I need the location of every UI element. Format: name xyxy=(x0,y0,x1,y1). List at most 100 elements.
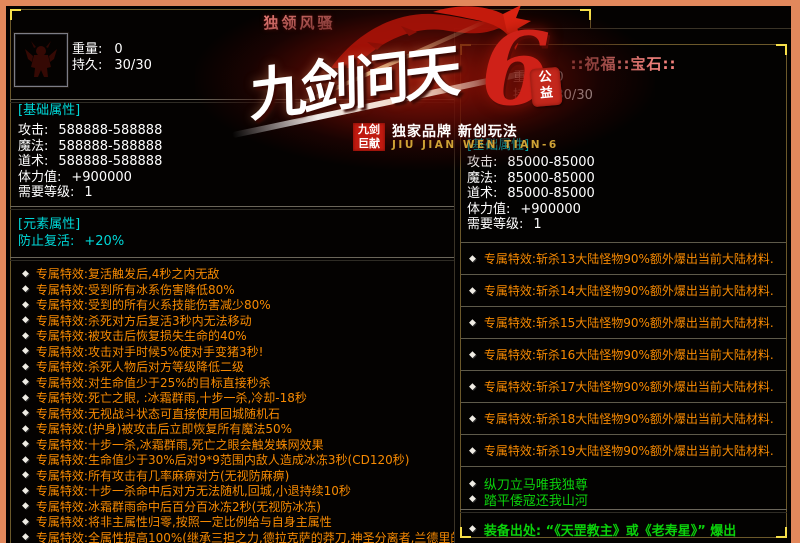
kill-effect-text: 专属特效:斩杀19大陆怪物90%额外爆出当前大陆材料. xyxy=(484,442,774,459)
kill-effect-row: ◆ 专属特效:斩杀16大陆怪物90%额外爆出当前大陆材料. xyxy=(461,339,786,371)
element-attributes-header: [元素属性] xyxy=(18,217,80,233)
stat-row: 攻击: 588888-588888 xyxy=(18,123,162,139)
durability-value: 30/30 xyxy=(555,88,592,104)
stat-row: 需要等级: 1 xyxy=(467,217,595,233)
base-stats-list: 攻击: 85000-85000 魔法: 85000-85000 道术: 8500… xyxy=(467,155,595,233)
special-effect-text: 专属特效:全属性提高100%(继承三担之力,德拉克萨的莽刀,神圣分离者,兰德里的 xyxy=(36,530,462,543)
special-effect-text: 专属特效:生命值少于30%后对9*9范围内敌人造成冰冻3秒(CD120秒) xyxy=(36,452,410,468)
frame-edge-top xyxy=(0,0,800,6)
stat-value: 85000-85000 xyxy=(507,155,594,171)
demon-item-icon xyxy=(14,33,68,87)
special-effect-text: 专属特效:受到所有冰系伤害降低80% xyxy=(36,282,235,298)
motto-lines: ◆ 纵刀立马唯我独尊 ◆ 踏平倭寇还我山河 xyxy=(461,476,786,507)
stat-label: 体力值: xyxy=(467,202,510,218)
kill-effect-row: ◆ 专属特效:斩杀15大陆怪物90%额外爆出当前大陆材料. xyxy=(461,307,786,339)
stat-value: 85000-85000 xyxy=(507,186,594,202)
special-effect-text: 专属特效:复活触发后,4秒之内无敌 xyxy=(36,266,220,282)
kill-effect-row: ◆ 专属特效:斩杀18大陆怪物90%额外爆出当前大陆材料. xyxy=(461,403,786,435)
motto-row: ◆ 踏平倭寇还我山河 xyxy=(461,492,786,508)
special-effect-text: 专属特效:无视战斗状态可直接使用回城随机石 xyxy=(36,406,280,422)
diamond-bullet-icon: ◆ xyxy=(469,382,476,392)
stat-value: 1 xyxy=(84,185,92,201)
diamond-bullet-icon: ◆ xyxy=(469,524,476,534)
diamond-bullet-icon: ◆ xyxy=(22,393,29,403)
diamond-bullet-icon: ◆ xyxy=(22,470,29,480)
kill-effect-text: 专属特效:斩杀17大陆怪物90%额外爆出当前大陆材料. xyxy=(484,378,774,395)
diamond-bullet-icon: ◆ xyxy=(22,408,29,418)
kill-effect-text: 专属特效:斩杀14大陆怪物90%额外爆出当前大陆材料. xyxy=(484,282,774,299)
special-effect-text: 专属特效:杀死人物后对方等级降低二级 xyxy=(36,359,244,375)
stat-row: 魔法: 588888-588888 xyxy=(18,139,162,155)
weight-label: 重量: xyxy=(513,70,543,86)
diamond-bullet-icon: ◆ xyxy=(469,479,476,489)
weight-value: 0 xyxy=(555,70,563,86)
stat-label: 需要等级: xyxy=(467,217,523,233)
diamond-bullet-icon: ◆ xyxy=(22,315,29,325)
stat-row: 道术: 85000-85000 xyxy=(467,186,595,202)
stat-label: 需要等级: xyxy=(18,185,74,201)
special-effect-text: 专属特效:(护身)被攻击后立即恢复所有魔法50% xyxy=(36,421,292,437)
special-effect-text: 专属特效:杀死对方后复活3秒内无法移动 xyxy=(36,313,252,329)
stat-label: 攻击: xyxy=(467,155,497,171)
special-effect-text: 专属特效:死亡之眼, :冰霜群雨,十步一杀,冷却-18秒 xyxy=(36,390,307,406)
special-effect-text: 专属特效:将非主属性归零,按照一定比例给与自身主属性 xyxy=(36,514,332,530)
stat-row: 体力值: +900000 xyxy=(467,202,595,218)
special-effect-text: 专属特效:对生命值少于25%的目标直接秒杀 xyxy=(36,375,271,391)
diamond-bullet-icon: ◆ xyxy=(22,532,29,542)
stat-row: 防止复活: +20% xyxy=(18,234,124,250)
durability-label: 持久: xyxy=(72,58,102,74)
diamond-bullet-icon: ◆ xyxy=(469,494,476,504)
special-effect-text: 专属特效:十步一杀,冰霜群雨,死亡之眼会触发蛛网效果 xyxy=(36,437,324,453)
diamond-bullet-icon: ◆ xyxy=(22,377,29,387)
diamond-bullet-icon: ◆ xyxy=(469,446,476,456)
base-attributes-header: [基础属性] xyxy=(467,138,529,154)
stat-value: +900000 xyxy=(520,202,581,218)
stat-row: 攻击: 85000-85000 xyxy=(467,155,595,171)
divider xyxy=(460,509,787,513)
stat-label: 魔法: xyxy=(467,171,497,187)
kill-effect-text: 专属特效:斩杀13大陆怪物90%额外爆出当前大陆材料. xyxy=(484,250,774,267)
special-effect-text: 专属特效:受到的所有火系技能伤害减少80% xyxy=(36,297,271,313)
stat-label: 道术: xyxy=(467,186,497,202)
stat-value: 588888-588888 xyxy=(58,139,162,155)
stat-label: 体力值: xyxy=(18,170,61,186)
special-effect-text: 专属特效:被攻击后恢复损失生命的40% xyxy=(36,328,247,344)
gem-title: ::祝福::宝石:: xyxy=(455,53,792,74)
diamond-bullet-icon: ◆ xyxy=(22,455,29,465)
durability-label: 持久: xyxy=(513,88,543,104)
diamond-bullet-icon: ◆ xyxy=(22,331,29,341)
stat-row: 道术: 588888-588888 xyxy=(18,154,162,170)
diamond-bullet-icon: ◆ xyxy=(22,517,29,527)
kill-effect-text: 专属特效:斩杀18大陆怪物90%额外爆出当前大陆材料. xyxy=(484,410,774,427)
stat-label: 道术: xyxy=(18,154,48,170)
weight-row: 重量: 0 xyxy=(513,70,564,86)
diamond-bullet-icon: ◆ xyxy=(22,501,29,511)
stat-value: 1 xyxy=(533,217,541,233)
kill-effect-row: ◆ 专属特效:斩杀14大陆怪物90%额外爆出当前大陆材料. xyxy=(461,275,786,307)
special-effect-text: 专属特效:攻击对手时候5%使对手变猪3秒! xyxy=(36,344,264,360)
diamond-bullet-icon: ◆ xyxy=(469,318,476,328)
base-attributes-header: [基础属性] xyxy=(18,103,80,119)
diamond-bullet-icon: ◆ xyxy=(22,284,29,294)
durability-value: 30/30 xyxy=(114,58,151,74)
diamond-bullet-icon: ◆ xyxy=(22,424,29,434)
diamond-bullet-icon: ◆ xyxy=(22,269,29,279)
stat-label: 防止复活: xyxy=(18,234,74,250)
stat-row: 体力值: +900000 xyxy=(18,170,162,186)
stat-value: +900000 xyxy=(71,170,132,186)
stat-row: 需要等级: 1 xyxy=(18,185,162,201)
special-effect-text: 专属特效:十步一杀命中后对方无法随机,回城,小退持续10秒 xyxy=(36,483,351,499)
frame-edge-right xyxy=(791,0,800,543)
diamond-bullet-icon: ◆ xyxy=(22,346,29,356)
diamond-bullet-icon: ◆ xyxy=(22,362,29,372)
demon-silhouette-icon xyxy=(15,34,67,86)
kill-effect-text: 专属特效:斩杀15大陆怪物90%额外爆出当前大陆材料. xyxy=(484,314,774,331)
diamond-bullet-icon: ◆ xyxy=(22,300,29,310)
stat-row: 魔法: 85000-85000 xyxy=(467,171,595,187)
stat-value: 85000-85000 xyxy=(507,171,594,187)
kill-effect-text: 专属特效:斩杀16大陆怪物90%额外爆出当前大陆材料. xyxy=(484,346,774,363)
diamond-bullet-icon: ◆ xyxy=(22,486,29,496)
stat-value: 588888-588888 xyxy=(58,154,162,170)
weight-label: 重量: xyxy=(72,42,102,58)
diamond-bullet-icon: ◆ xyxy=(22,439,29,449)
